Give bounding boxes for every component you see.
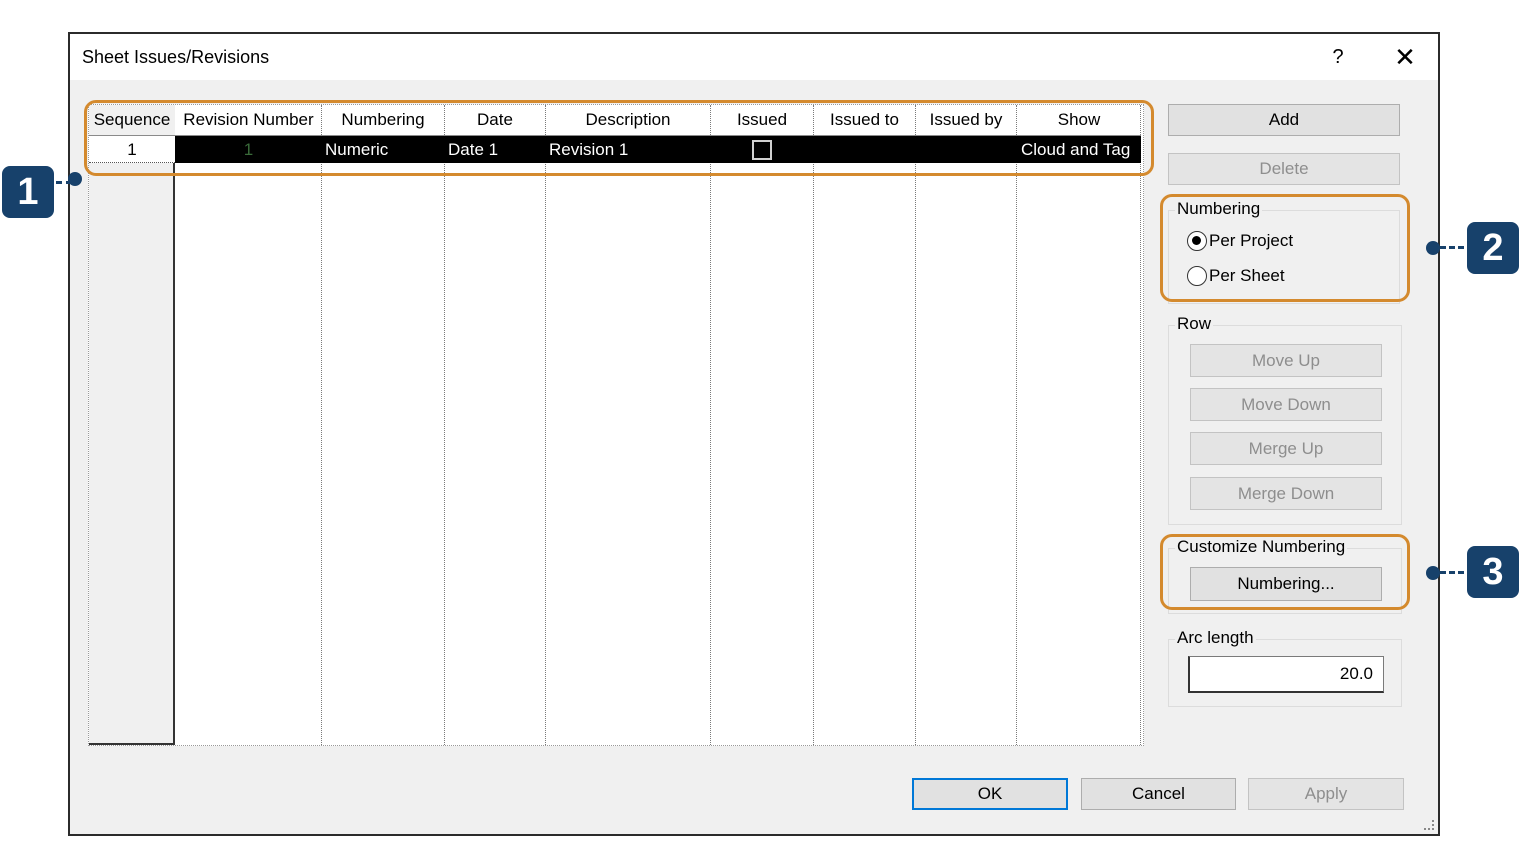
add-button[interactable]: Add (1168, 104, 1400, 136)
callout-highlight-customize (1160, 534, 1410, 610)
column-divider (545, 105, 546, 745)
callout-badge: 3 (1467, 546, 1519, 598)
column-divider (321, 105, 322, 745)
column-divider (813, 105, 814, 745)
arc-length-input[interactable]: 20.0 (1188, 656, 1384, 693)
row-header-column (89, 105, 175, 745)
cancel-button[interactable]: Cancel (1081, 778, 1236, 810)
arc-length-label: Arc length (1175, 628, 1256, 648)
column-divider (1016, 105, 1017, 745)
callout-dot (1426, 566, 1440, 580)
merge-up-button[interactable]: Merge Up (1190, 432, 1382, 465)
callout-highlight-numbering (1160, 194, 1410, 302)
merge-down-button[interactable]: Merge Down (1190, 477, 1382, 510)
apply-button[interactable]: Apply (1248, 778, 1404, 810)
move-up-button[interactable]: Move Up (1190, 344, 1382, 377)
row-group-label: Row (1175, 314, 1214, 334)
dialog-title: Sheet Issues/Revisions (82, 47, 270, 67)
help-button[interactable]: ? (1318, 42, 1358, 72)
title-bar: Sheet Issues/Revisions ? ✕ (70, 34, 1438, 80)
callout-badge: 1 (2, 166, 54, 218)
column-divider (1140, 105, 1141, 745)
callout-badge: 2 (1467, 222, 1519, 274)
resize-grip[interactable] (1424, 820, 1434, 830)
move-down-button[interactable]: Move Down (1190, 388, 1382, 421)
close-icon[interactable]: ✕ (1380, 42, 1430, 72)
callout-dot (68, 172, 82, 186)
callout-connector (1440, 246, 1464, 249)
ok-button[interactable]: OK (912, 778, 1068, 810)
column-divider (915, 105, 916, 745)
column-divider (444, 105, 445, 745)
callout-dot (1426, 241, 1440, 255)
column-divider (710, 105, 711, 745)
revisions-table[interactable]: Sequence Revision Number Numbering Date … (88, 104, 1144, 746)
delete-button[interactable]: Delete (1168, 153, 1400, 185)
callout-connector (1440, 571, 1464, 574)
callout-highlight-table (84, 100, 1154, 176)
